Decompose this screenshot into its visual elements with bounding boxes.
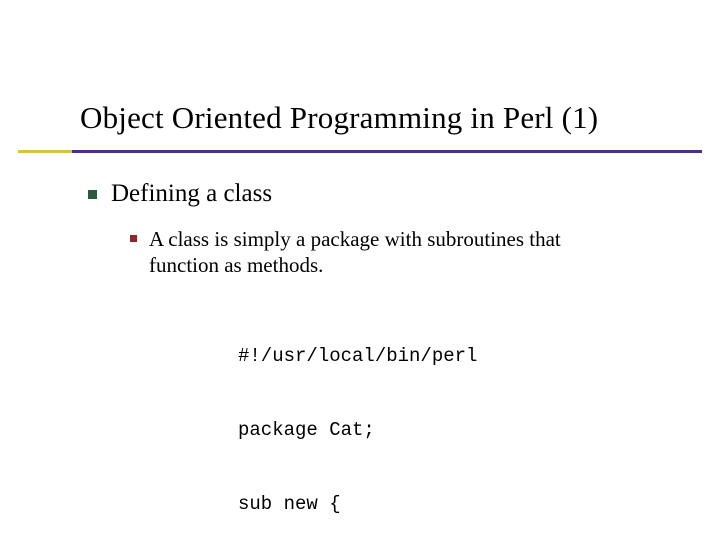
code-line: sub new {: [238, 492, 660, 517]
underline-accent-right: [72, 150, 702, 153]
underline-accent-left: [18, 150, 72, 153]
square-bullet-icon: [88, 190, 97, 199]
slide: Object Oriented Programming in Perl (1) …: [0, 0, 720, 540]
square-bullet-icon: [130, 235, 137, 242]
title-block: Object Oriented Programming in Perl (1): [80, 100, 690, 136]
code-line: package Cat;: [238, 418, 660, 443]
code-block: #!/usr/local/bin/perl package Cat; sub n…: [238, 295, 660, 540]
body-content: Defining a class A class is simply a pac…: [88, 180, 660, 540]
bullet-level-1-text: Defining a class: [111, 180, 272, 208]
bullet-level-1: Defining a class: [88, 180, 660, 208]
code-line: #!/usr/local/bin/perl: [238, 344, 660, 369]
bullet-level-2-text: A class is simply a package with subrout…: [149, 226, 629, 279]
title-underline: [0, 150, 720, 153]
slide-title: Object Oriented Programming in Perl (1): [80, 100, 690, 136]
bullet-level-2: A class is simply a package with subrout…: [130, 226, 660, 279]
